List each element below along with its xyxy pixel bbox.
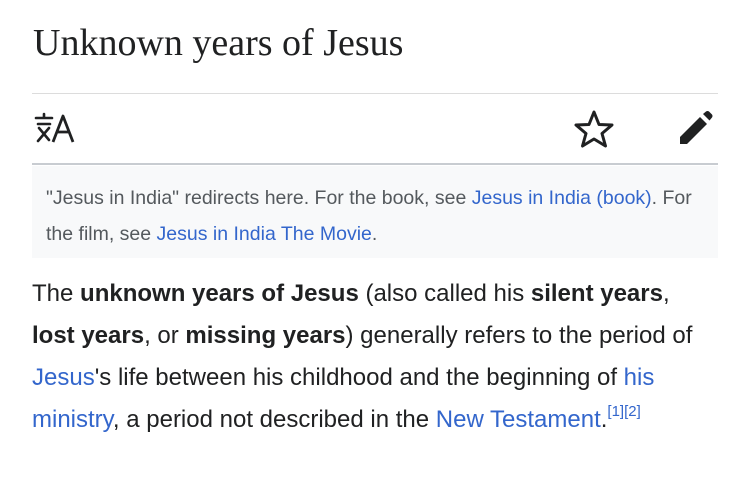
jesus-in-india-movie-link[interactable]: Jesus in India The Movie (157, 223, 372, 245)
jesus-link[interactable]: Jesus (32, 364, 95, 391)
citation-2-link[interactable]: [2] (624, 403, 641, 420)
language-button[interactable] (32, 110, 78, 146)
page-actions-toolbar (32, 96, 718, 162)
bold-term: silent years (530, 280, 663, 307)
article-page: Unknown years of Jesus "Jesus in India" … (0, 0, 750, 494)
citation-1-link[interactable]: [1] (607, 403, 624, 420)
lead-paragraph: The unknown years of Jesus (also called … (32, 273, 732, 441)
toolbar-divider (32, 163, 718, 165)
lead-text: , (662, 280, 670, 307)
lead-text: 's life between his childhood and the be… (94, 364, 624, 391)
lead-text: ) generally refers to the period of (345, 322, 693, 349)
jesus-in-india-book-link[interactable]: Jesus in India (book) (472, 187, 652, 209)
title-divider (32, 93, 718, 94)
hatnote-text-part: "Jesus in India" redirects here. For the… (46, 187, 472, 209)
lead-text: , a period not described in the (112, 406, 436, 433)
watch-star-button[interactable] (571, 108, 617, 150)
pencil-icon (680, 111, 713, 144)
citations: [1][2] (607, 403, 640, 420)
hatnote-text-part: . (371, 223, 378, 245)
bold-term: unknown years of Jesus (80, 280, 359, 307)
lead-text: The (32, 280, 81, 307)
bold-term: lost years (32, 322, 145, 349)
lead-text: , or (144, 322, 186, 349)
hatnote: "Jesus in India" redirects here. For the… (32, 166, 718, 258)
star-icon (574, 110, 614, 148)
page-title: Unknown years of Jesus (33, 22, 404, 64)
bold-term: missing years (185, 322, 346, 349)
lead-text: (also called his (358, 280, 531, 307)
new-testament-link[interactable]: New Testament (436, 406, 601, 433)
edit-button[interactable] (672, 108, 718, 150)
hatnote-text: "Jesus in India" redirects here. For the… (46, 180, 706, 252)
translate-icon (34, 112, 75, 143)
